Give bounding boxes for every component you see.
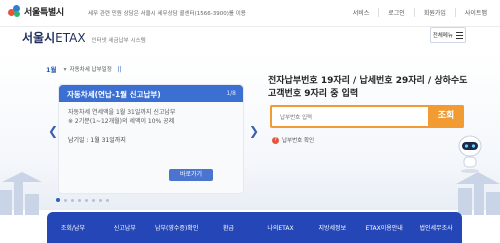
- top-utility-bar: 서울특별시 세무 관련 민원 상담은 서울시 세무상담 콜센터(1566-390…: [0, 0, 500, 27]
- nav-item-my-etax[interactable]: 나의ETAX: [255, 223, 307, 232]
- nav-item-refund[interactable]: 환급: [203, 223, 255, 232]
- robot-mascot: [458, 135, 482, 173]
- all-menu-button[interactable]: 전체메뉴: [430, 27, 466, 43]
- utility-link-service[interactable]: 서비스: [344, 8, 379, 17]
- main-navigation: 조회/납부 신고납부 납부(영수증)확인 환급 나의ETAX 지방세정보 ETA…: [47, 212, 462, 243]
- nav-item-usage-guide[interactable]: ETAX이용안내: [358, 223, 410, 232]
- schedule-due-date: 납기일 : 1월 31일까지: [68, 137, 126, 144]
- schedule-card-header: 자동차세(연납-1월 신고납부) 1/8: [59, 85, 243, 102]
- search-button[interactable]: 조회: [428, 105, 464, 128]
- pause-icon[interactable]: ||: [118, 66, 122, 73]
- top-notice: 세무 관련 민원 상담은 서울시 세무상담 콜센터(1566-3900)를 이용: [88, 11, 246, 17]
- schedule-line-1: 자동차세 연세액을 1월 31일까지 신고납부: [68, 109, 176, 116]
- utility-link-sitemap[interactable]: 사이트맵: [454, 8, 496, 17]
- utility-links: 서비스 로그인 회원가입 사이트맵: [344, 8, 496, 17]
- site-header: 서울시 ETAX 인터넷 세금납부 시스템 전체메뉴: [0, 27, 500, 49]
- schedule-line-2: ※ 2기분(1~12개월)의 세액이 10% 공제: [68, 118, 175, 125]
- nav-item-local-tax-info[interactable]: 지방세정보: [306, 223, 358, 232]
- search-box: 조회: [270, 105, 464, 128]
- seoul-logo-text: 서울특별시: [24, 8, 64, 18]
- brand-etax: ETAX: [55, 31, 86, 45]
- payment-number-input[interactable]: [278, 112, 422, 124]
- chevron-down-icon[interactable]: ▾: [64, 66, 67, 73]
- utility-link-signup[interactable]: 회원가입: [413, 8, 455, 17]
- city-skyline-illustration: [0, 172, 500, 215]
- schedule-card-body: 자동차세 연세액을 1월 31일까지 신고납부 ※ 2기분(1~12개월)의 세…: [59, 102, 243, 150]
- slide-next-icon[interactable]: ❯: [249, 124, 259, 138]
- schedule-card-title: 자동차세(연납-1월 신고납부): [67, 90, 161, 99]
- search-title: 전자납부번호 19자리 / 납세번호 29자리 / 상하수도고객번호 9자리 중…: [268, 76, 468, 99]
- schedule-month: 1월: [46, 66, 57, 74]
- payment-number-help[interactable]: ? 납부번호 확인: [272, 136, 314, 144]
- schedule-category: 자동차세 납부일정: [69, 67, 112, 73]
- question-icon: ?: [272, 136, 279, 144]
- nav-item-corp-audit[interactable]: 법인세무조사: [410, 223, 462, 232]
- schedule-card-page: 1/8: [226, 90, 236, 97]
- nav-item-declare-pay[interactable]: 신고납부: [99, 223, 151, 232]
- seoul-logo-icon: [8, 5, 21, 18]
- schedule-header: 1월 ▾ 자동차세 납부일정 ||: [46, 64, 122, 75]
- utility-link-login[interactable]: 로그인: [378, 8, 414, 17]
- nav-item-receipt-check[interactable]: 납부(영수증)확인: [151, 223, 203, 232]
- nav-item-lookup-pay[interactable]: 조회/납부: [47, 223, 99, 232]
- brand-subtitle: 인터넷 세금납부 시스템: [91, 38, 146, 44]
- brand-seoul: 서울시: [22, 31, 56, 45]
- help-text: 납부번호 확인: [282, 138, 315, 144]
- hamburger-icon: [456, 31, 464, 39]
- all-menu-label: 전체메뉴: [432, 33, 453, 39]
- seoul-logo[interactable]: 서울특별시: [8, 5, 64, 18]
- slide-prev-icon[interactable]: ❮: [48, 124, 58, 138]
- etax-brand-logo[interactable]: 서울시 ETAX 인터넷 세금납부 시스템: [22, 29, 146, 46]
